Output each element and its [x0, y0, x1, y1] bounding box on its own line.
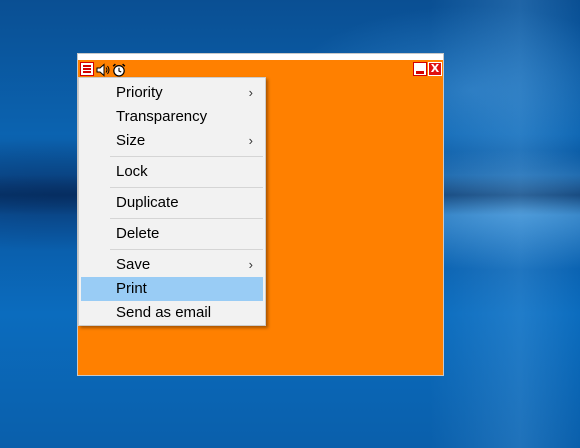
speaker-icon[interactable] — [96, 62, 110, 77]
menu-item-save[interactable]: Save › — [81, 253, 263, 277]
wallpaper-light-glow — [430, 0, 580, 448]
context-menu: Priority › Transparency Size › Lock Dupl… — [78, 77, 266, 326]
menu-separator — [110, 249, 263, 250]
submenu-arrow-icon: › — [248, 257, 253, 272]
menu-item-priority[interactable]: Priority › — [81, 81, 263, 105]
menu-separator — [110, 218, 263, 219]
hamburger-menu-icon[interactable] — [80, 62, 94, 76]
minimize-icon[interactable] — [413, 62, 427, 76]
submenu-arrow-icon: › — [248, 133, 253, 148]
menu-item-delete[interactable]: Delete — [81, 222, 263, 246]
menu-item-duplicate[interactable]: Duplicate — [81, 191, 263, 215]
menu-separator — [110, 187, 263, 188]
menu-item-send-as-email[interactable]: Send as email — [81, 301, 263, 325]
menu-item-label: Save — [116, 256, 151, 273]
menu-item-label: Size — [116, 132, 146, 149]
menu-item-transparency[interactable]: Transparency — [81, 105, 263, 129]
menu-item-size[interactable]: Size › — [81, 129, 263, 153]
menu-item-label: Lock — [116, 163, 148, 180]
menu-separator — [110, 156, 263, 157]
note-title-strip[interactable] — [78, 54, 443, 60]
menu-item-lock[interactable]: Lock — [81, 160, 263, 184]
menu-item-label: Priority — [116, 84, 163, 101]
close-icon[interactable]: X — [428, 62, 442, 76]
menu-item-label: Print — [116, 280, 147, 297]
submenu-arrow-icon: › — [248, 85, 253, 100]
menu-item-label: Duplicate — [116, 194, 179, 211]
menu-item-label: Transparency — [116, 108, 208, 125]
menu-item-print[interactable]: Print — [81, 277, 263, 301]
menu-item-label: Send as email — [116, 304, 212, 321]
alarm-clock-icon[interactable] — [112, 62, 126, 77]
menu-item-label: Delete — [116, 225, 160, 242]
